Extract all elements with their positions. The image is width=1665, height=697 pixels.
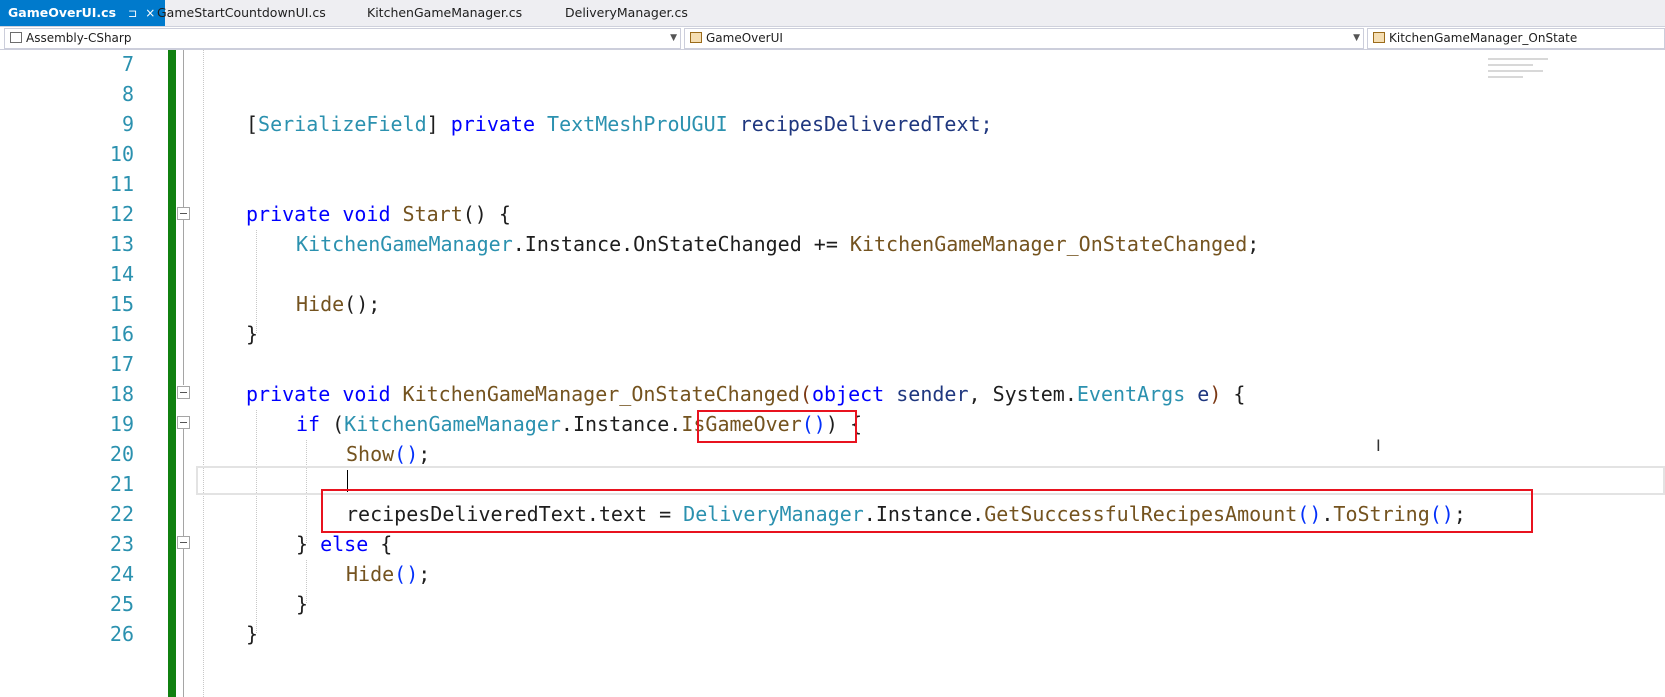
class-icon <box>690 32 702 43</box>
method-icon <box>1373 32 1385 43</box>
isgameover-highlight-box <box>697 410 857 443</box>
line-number: 20 <box>109 442 134 466</box>
change-tracking-bar <box>168 50 176 697</box>
minimap-mark <box>1488 64 1533 66</box>
document-tab-strip: GameOverUI.cs ⊐ × GameStartCountdownUI.cs … <box>0 0 1665 27</box>
tab-label: KitchenGameManager.cs <box>367 5 523 20</box>
line-number: 25 <box>109 592 134 616</box>
tab-label: DeliveryManager.cs <box>565 5 688 20</box>
code-line-23: } else { <box>296 532 393 556</box>
code-line-18: private void KitchenGameManager_OnStateC… <box>246 382 1246 406</box>
outline-line <box>183 429 184 536</box>
code-line-20: Show(); <box>346 442 431 466</box>
minimap-mark <box>1488 58 1548 60</box>
project-icon <box>10 32 22 43</box>
line-number: 8 <box>121 82 134 106</box>
collapse-icon[interactable] <box>177 416 190 429</box>
pin-icon[interactable]: ⊐ <box>128 1 137 27</box>
navigation-bar: Assembly-CSharp ▼ GameOverUI ▼ KitchenGa… <box>0 27 1665 50</box>
close-icon[interactable]: × <box>145 0 155 26</box>
outline-line <box>183 220 184 385</box>
line-number: 9 <box>121 112 134 136</box>
line-number: 14 <box>109 262 134 286</box>
line-number: 26 <box>109 622 134 646</box>
code-line-26: } <box>246 622 259 646</box>
line-number: 18 <box>109 382 134 406</box>
outline-line <box>183 50 184 207</box>
indent-guide <box>203 50 204 697</box>
code-line-24: Hide(); <box>346 562 431 586</box>
code-line-25: } <box>296 592 309 616</box>
tab-gameoverui[interactable]: GameOverUI.cs ⊐ × <box>0 0 166 27</box>
code-line-16: } <box>246 322 259 346</box>
line-number: 17 <box>109 352 134 376</box>
line-number: 13 <box>109 232 134 256</box>
line-number: 21 <box>109 472 134 496</box>
tab-label: GameOverUI.cs <box>8 5 117 20</box>
line-number: 19 <box>109 412 134 436</box>
line-number: 24 <box>109 562 134 586</box>
tab-kitchengamemanager[interactable]: KitchenGameManager.cs <box>367 0 522 26</box>
indent-guide <box>256 230 257 333</box>
line-number: 23 <box>109 532 134 556</box>
ibeam-cursor-icon: I <box>1376 436 1381 455</box>
line-number: 10 <box>109 142 134 166</box>
line-number: 15 <box>109 292 134 316</box>
project-label: Assembly-CSharp <box>26 31 132 45</box>
tab-label: GameStartCountdownUI.cs <box>157 5 326 20</box>
line-number: 16 <box>109 322 134 346</box>
line-number: 12 <box>109 202 134 226</box>
project-dropdown[interactable]: Assembly-CSharp ▼ <box>4 28 681 49</box>
indent-guide <box>256 410 257 633</box>
tab-deliverymanager[interactable]: DeliveryManager.cs <box>565 0 688 26</box>
outline-line <box>183 549 184 697</box>
chevron-down-icon: ▼ <box>670 33 677 43</box>
collapse-icon[interactable] <box>177 207 190 220</box>
type-label: GameOverUI <box>706 31 783 45</box>
minimap-mark <box>1488 76 1523 78</box>
minimap-mark <box>1488 70 1543 72</box>
chevron-down-icon: ▼ <box>1353 33 1360 43</box>
member-label: KitchenGameManager_OnState <box>1389 31 1578 45</box>
member-dropdown[interactable]: KitchenGameManager_OnState <box>1367 28 1665 49</box>
collapse-icon[interactable] <box>177 536 190 549</box>
code-line-13: KitchenGameManager.Instance.OnStateChang… <box>296 232 1260 256</box>
line-number: 7 <box>121 52 134 76</box>
type-dropdown[interactable]: GameOverUI ▼ <box>684 28 1364 49</box>
code-line-12: private void Start() { <box>246 202 511 226</box>
recipes-line-highlight-box <box>321 489 1533 533</box>
code-line-15: Hide(); <box>296 292 381 316</box>
line-number: 22 <box>109 502 134 526</box>
code-line-9: [SerializeField] private TextMeshProUGUI… <box>246 112 993 136</box>
line-number: 11 <box>109 172 134 196</box>
collapse-icon[interactable] <box>177 386 190 399</box>
code-editor[interactable]: 7 8 9 10 11 12 13 14 15 16 17 18 19 20 2… <box>0 50 1665 697</box>
tab-gamestartcountdownui[interactable]: GameStartCountdownUI.cs <box>157 0 326 26</box>
